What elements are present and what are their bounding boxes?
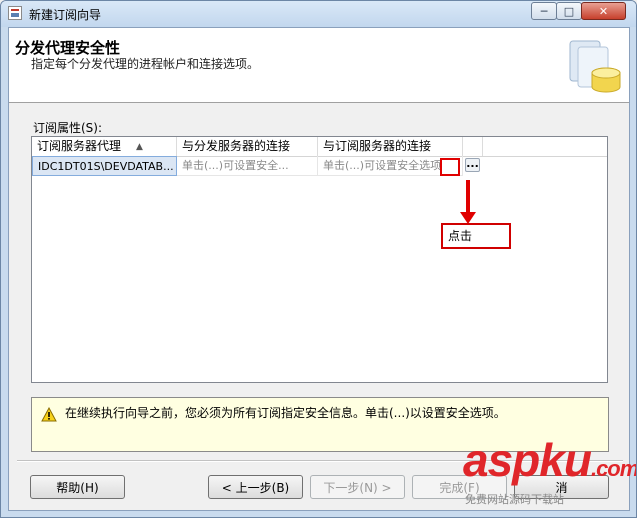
warning-icon — [41, 407, 57, 422]
column-header-subscriber-connection[interactable]: 与订阅服务器的连接 — [318, 137, 463, 156]
footer-divider — [17, 460, 623, 462]
back-button[interactable]: < 上一步(B) — [208, 475, 303, 499]
page-subtitle: 指定每个分发代理的进程帐户和连接选项。 — [31, 57, 260, 71]
help-button[interactable]: 帮助(H) — [30, 475, 125, 499]
wizard-window: 新建订阅向导 ─ □ ✕ 分发代理安全性 指定每个分发代理的进程帐户和连接选项。… — [0, 0, 637, 518]
cancel-button[interactable]: 消 — [514, 475, 609, 499]
next-button[interactable]: 下一步(N) > — [310, 475, 405, 499]
subscription-properties-label: 订阅属性(S): — [33, 121, 103, 135]
column-header-agent[interactable]: 订阅服务器代理 ▲ — [32, 137, 177, 156]
grid-header-row: 订阅服务器代理 ▲ 与分发服务器的连接 与订阅服务器的连接 — [32, 137, 607, 157]
subscription-properties-grid[interactable]: 订阅服务器代理 ▲ 与分发服务器的连接 与订阅服务器的连接 IDC1DT01S\… — [31, 136, 608, 383]
sort-ascending-icon: ▲ — [136, 142, 143, 152]
close-button[interactable]: ✕ — [581, 2, 626, 20]
highlight-box — [440, 158, 460, 176]
window-title: 新建订阅向导 — [29, 8, 102, 22]
minimize-button[interactable]: ─ — [531, 2, 557, 20]
maximize-button[interactable]: □ — [556, 2, 582, 20]
column-header-agent-label: 订阅服务器代理 — [37, 139, 122, 153]
ellipsis-button[interactable]: ... — [465, 158, 480, 172]
annotation-callout: 点击 — [441, 223, 511, 249]
database-wizard-art-icon — [569, 40, 621, 93]
annotation-arrow-shaft — [466, 180, 470, 214]
wizard-app-icon — [8, 6, 22, 20]
column-header-blank — [463, 137, 483, 156]
column-header-distributor-connection[interactable]: 与分发服务器的连接 — [177, 137, 318, 156]
warning-message: 在继续执行向导之前，您必须为所有订阅指定安全信息。单击(...)以设置安全选项。 — [65, 406, 506, 420]
agent-cell[interactable]: IDC1DT01S\DEVDATAB... — [32, 156, 177, 176]
warning-panel: 在继续执行向导之前，您必须为所有订阅指定安全信息。单击(...)以设置安全选项。 — [31, 397, 609, 452]
finish-button[interactable]: 完成(F) — [412, 475, 507, 499]
table-row[interactable]: IDC1DT01S\DEVDATAB... 单击(...)可设置安全... 单击… — [32, 156, 607, 176]
title-bar[interactable]: 新建订阅向导 ─ □ ✕ — [1, 1, 636, 27]
page-header: 分发代理安全性 指定每个分发代理的进程帐户和连接选项。 — [9, 28, 629, 103]
distributor-connection-cell[interactable]: 单击(...)可设置安全... — [177, 156, 318, 176]
wizard-client-area: 分发代理安全性 指定每个分发代理的进程帐户和连接选项。 订阅属性(S): 订阅服… — [8, 27, 630, 511]
